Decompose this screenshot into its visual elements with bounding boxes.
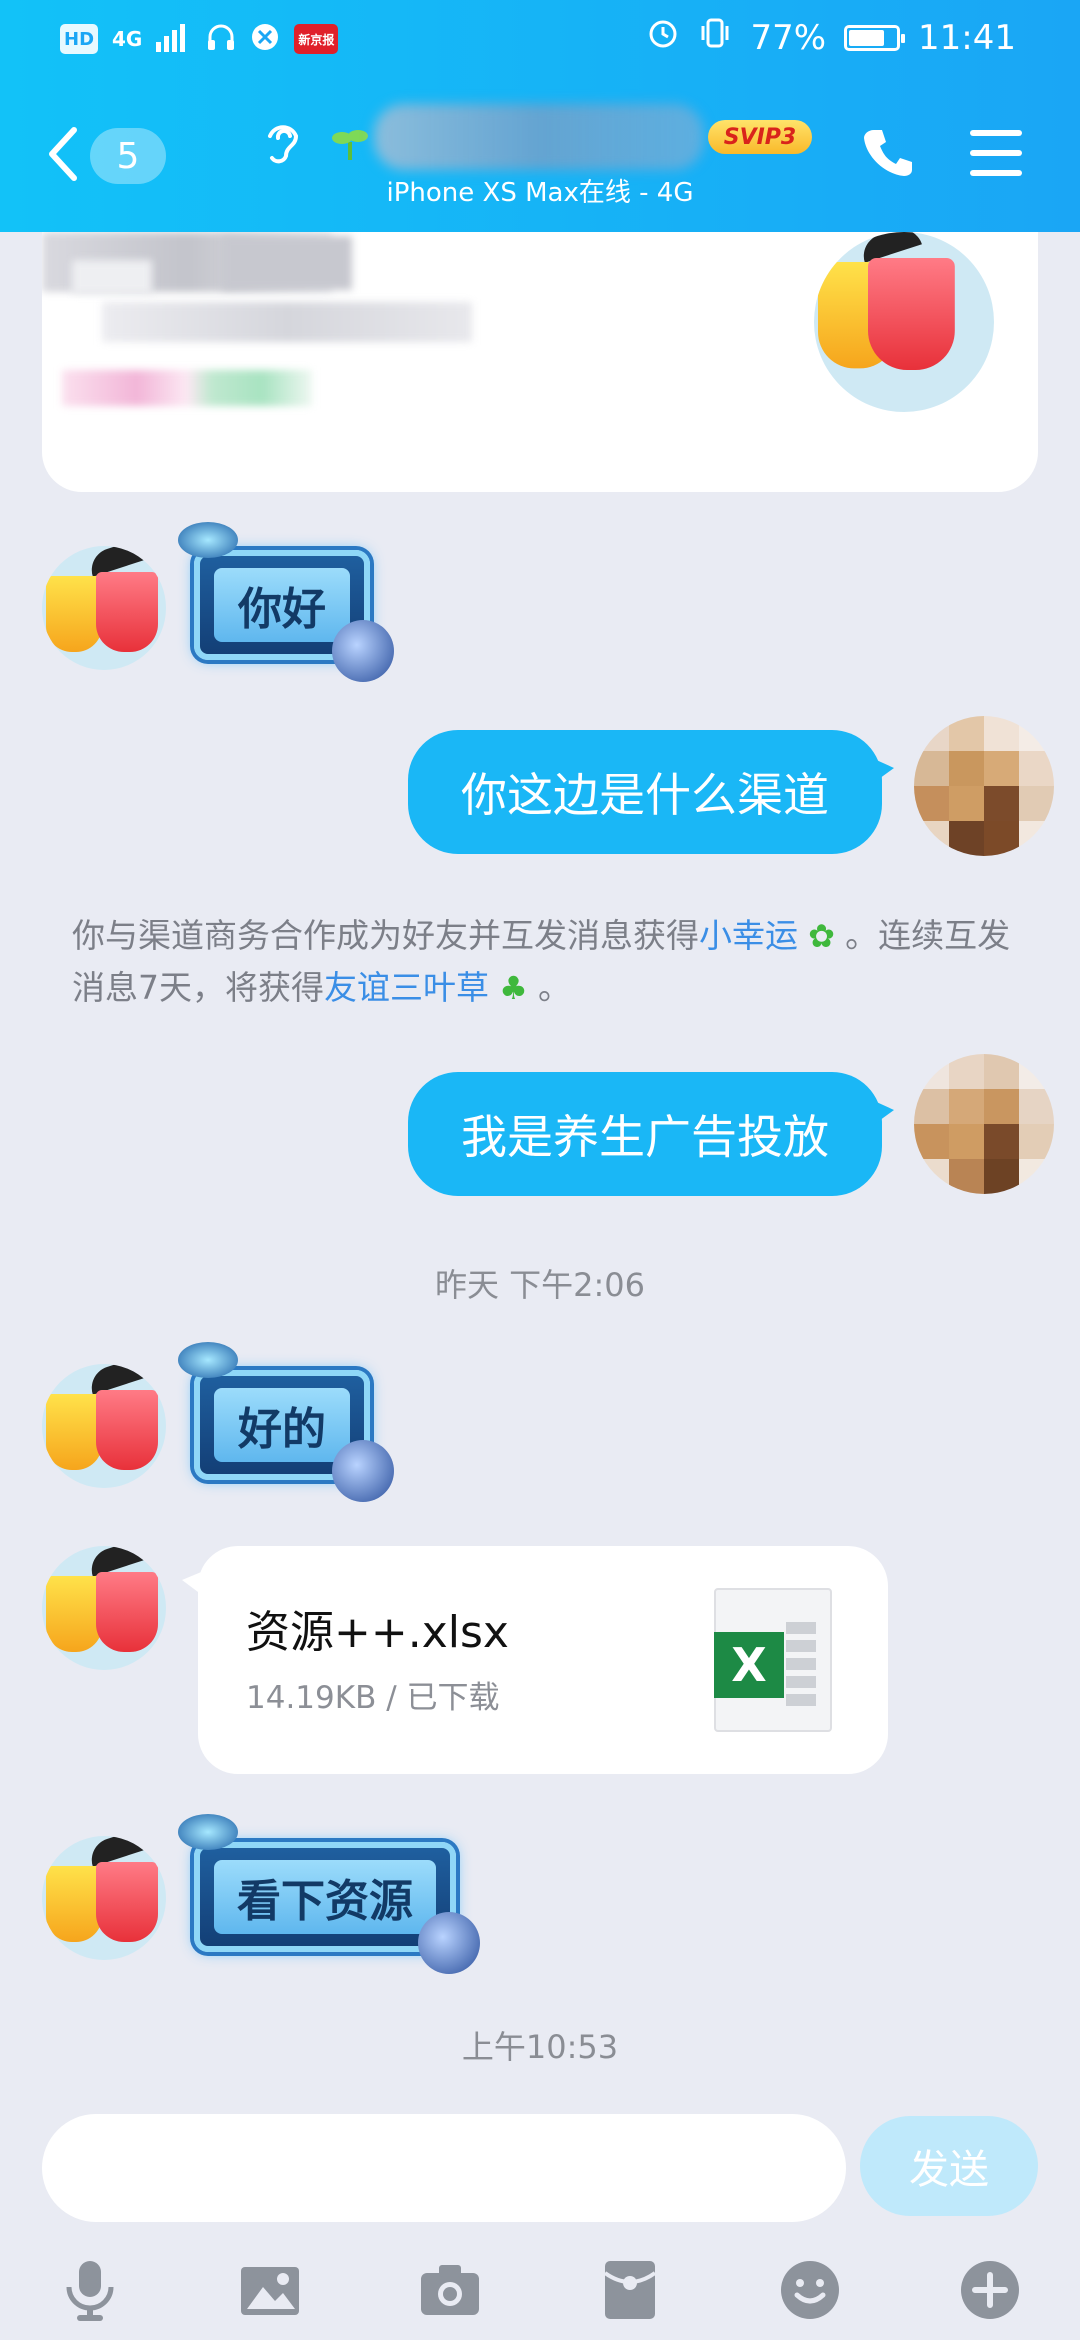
message-input[interactable] xyxy=(42,2114,846,2222)
file-message[interactable]: 资源++.xlsx 14.19KB / 已下载 X xyxy=(182,1546,888,1774)
sticker-message[interactable]: 看下资源 xyxy=(178,1814,480,1974)
my-avatar-pixelated[interactable] xyxy=(914,716,1054,856)
hd-icon: HD xyxy=(60,24,99,54)
notice-text: 你与渠道商务合作成为好友并互发消息获得 xyxy=(72,916,699,955)
headset-icon xyxy=(206,22,236,56)
status-bar: HD 4G 新京报 77% 11:41 xyxy=(0,0,1080,82)
ear-icon[interactable] xyxy=(262,118,302,168)
mic-icon[interactable] xyxy=(52,2252,128,2328)
news-icon: 新京报 xyxy=(294,24,339,54)
contact-avatar[interactable] xyxy=(42,1836,166,1960)
contact-name-blurred[interactable] xyxy=(374,104,704,170)
my-avatar-pixelated[interactable] xyxy=(914,1054,1054,1194)
contact-avatar-large[interactable] xyxy=(814,232,994,412)
clock: 11:41 xyxy=(918,17,1016,58)
sprout-icon: ✿ xyxy=(798,917,846,955)
blurred-tags xyxy=(62,370,312,406)
system-notice: 你与渠道商务合作成为好友并互发消息获得小幸运 ✿ 。连续互发消息7天，将获得友谊… xyxy=(72,910,1012,1014)
send-button[interactable]: 发送 xyxy=(860,2116,1038,2216)
blurred-text xyxy=(72,260,152,294)
signal-icon xyxy=(156,22,192,56)
my-message-bubble[interactable]: 我是养生广告投放 xyxy=(408,1072,894,1196)
blurred-text xyxy=(222,236,352,290)
chat-header: HD 4G 新京报 77% 11:41 5 SVIP3 iPhone XS Ma… xyxy=(0,0,1080,232)
contact-avatar[interactable] xyxy=(42,1546,166,1670)
sticker-text: 好的 xyxy=(214,1388,350,1462)
alarm-icon xyxy=(646,16,680,59)
image-icon[interactable] xyxy=(232,2252,308,2328)
contact-avatar[interactable] xyxy=(42,546,166,670)
browser-icon xyxy=(250,22,280,56)
camera-icon[interactable] xyxy=(412,2252,488,2328)
lucky-link[interactable]: 小幸运 xyxy=(699,916,798,955)
input-bar: 发送 xyxy=(0,2100,1080,2340)
excel-file-icon: X xyxy=(714,1588,832,1732)
pinned-profile-card-blurred[interactable] xyxy=(42,232,1038,492)
network-type-icon: 4G xyxy=(112,27,143,51)
menu-icon[interactable] xyxy=(970,130,1022,176)
clover-icon: ♣ xyxy=(489,969,539,1007)
timestamp: 昨天 下午2:06 xyxy=(434,1266,646,1304)
phone-call-icon[interactable] xyxy=(862,126,914,178)
emoji-icon[interactable] xyxy=(772,2252,848,2328)
excel-letter: X xyxy=(714,1632,784,1698)
file-meta: 14.19KB / 已下载 xyxy=(246,1680,500,1716)
vibrate-icon xyxy=(698,16,732,59)
sticker-message[interactable]: 你好 xyxy=(178,522,394,682)
my-message-bubble[interactable]: 你这边是什么渠道 xyxy=(408,730,894,854)
sprout-icon xyxy=(330,124,370,173)
battery-percent: 77% xyxy=(750,17,827,58)
contact-status: iPhone XS Max在线 - 4G xyxy=(386,178,694,208)
sticker-message[interactable]: 好的 xyxy=(178,1342,394,1502)
blurred-text xyxy=(102,302,472,342)
notice-text: 。 xyxy=(538,968,572,1007)
sticker-text: 你好 xyxy=(214,568,350,642)
battery-icon xyxy=(844,24,906,51)
sticker-text: 看下资源 xyxy=(214,1860,436,1934)
status-icons-right: 77% 11:41 xyxy=(646,16,1016,59)
timestamp: 上午10:53 xyxy=(461,2028,619,2066)
status-icons-left: HD 4G 新京报 xyxy=(60,22,339,56)
file-name: 资源++.xlsx xyxy=(246,1607,509,1658)
clover-link[interactable]: 友谊三叶草 xyxy=(324,968,489,1007)
red-packet-icon[interactable] xyxy=(592,2252,668,2328)
plus-icon[interactable] xyxy=(952,2252,1028,2328)
contact-avatar[interactable] xyxy=(42,1364,166,1488)
svip-badge: SVIP3 xyxy=(708,120,812,154)
